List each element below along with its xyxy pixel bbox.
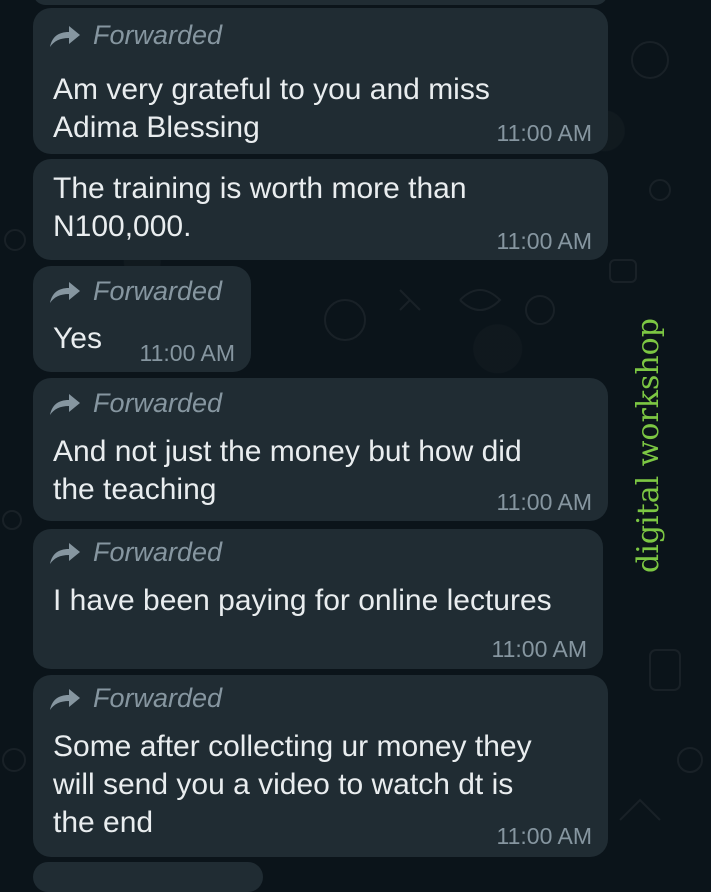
- message-time: 11:00 AM: [496, 228, 592, 254]
- message-bubble-partial-bottom[interactable]: [33, 862, 263, 892]
- watermark: digital workshop: [626, 300, 670, 590]
- message-bubble[interactable]: Forwarded Yes 11:00 AM: [33, 266, 251, 372]
- message-time: 11:00 AM: [496, 120, 592, 146]
- message-text: Some after collecting ur money they will…: [53, 730, 532, 839]
- message-text: Am very grateful to you and miss Adima B…: [53, 73, 490, 144]
- forwarded-label: Forwarded: [93, 20, 223, 50]
- message-time: 11:00 AM: [496, 489, 592, 515]
- message-time: 11:00 AM: [139, 340, 235, 366]
- message-bubble-partial-top[interactable]: [33, 0, 608, 5]
- forwarded-label: Forwarded: [93, 388, 223, 418]
- message-bubble[interactable]: Forwarded Some after collecting ur money…: [33, 675, 608, 857]
- forward-arrow-icon: [49, 687, 81, 711]
- forwarded-indicator: Forwarded: [49, 537, 222, 568]
- forwarded-label: Forwarded: [93, 276, 223, 306]
- forward-arrow-icon: [49, 24, 81, 48]
- forward-arrow-icon: [49, 392, 81, 416]
- forwarded-indicator: Forwarded: [49, 388, 222, 419]
- message-text: The training is worth more than N100,000…: [53, 172, 467, 243]
- message-bubble[interactable]: The training is worth more than N100,000…: [33, 159, 608, 260]
- forwarded-indicator: Forwarded: [49, 20, 222, 51]
- forwarded-label: Forwarded: [93, 683, 223, 713]
- forward-arrow-icon: [49, 541, 81, 565]
- message-time: 11:00 AM: [491, 636, 587, 662]
- message-text: Yes: [53, 322, 102, 355]
- forwarded-indicator: Forwarded: [49, 276, 222, 307]
- forwarded-label: Forwarded: [93, 537, 223, 567]
- message-bubble[interactable]: Forwarded Am very grateful to you and mi…: [33, 8, 608, 154]
- message-bubble[interactable]: Forwarded I have been paying for online …: [33, 529, 603, 669]
- message-time: 11:00 AM: [496, 823, 592, 849]
- message-text: And not just the money but how did the t…: [53, 435, 522, 506]
- message-text: I have been paying for online lectures: [53, 584, 552, 617]
- message-bubble[interactable]: Forwarded And not just the money but how…: [33, 378, 608, 521]
- forwarded-indicator: Forwarded: [49, 683, 222, 714]
- watermark-text: digital workshop: [630, 317, 666, 573]
- forward-arrow-icon: [49, 280, 81, 304]
